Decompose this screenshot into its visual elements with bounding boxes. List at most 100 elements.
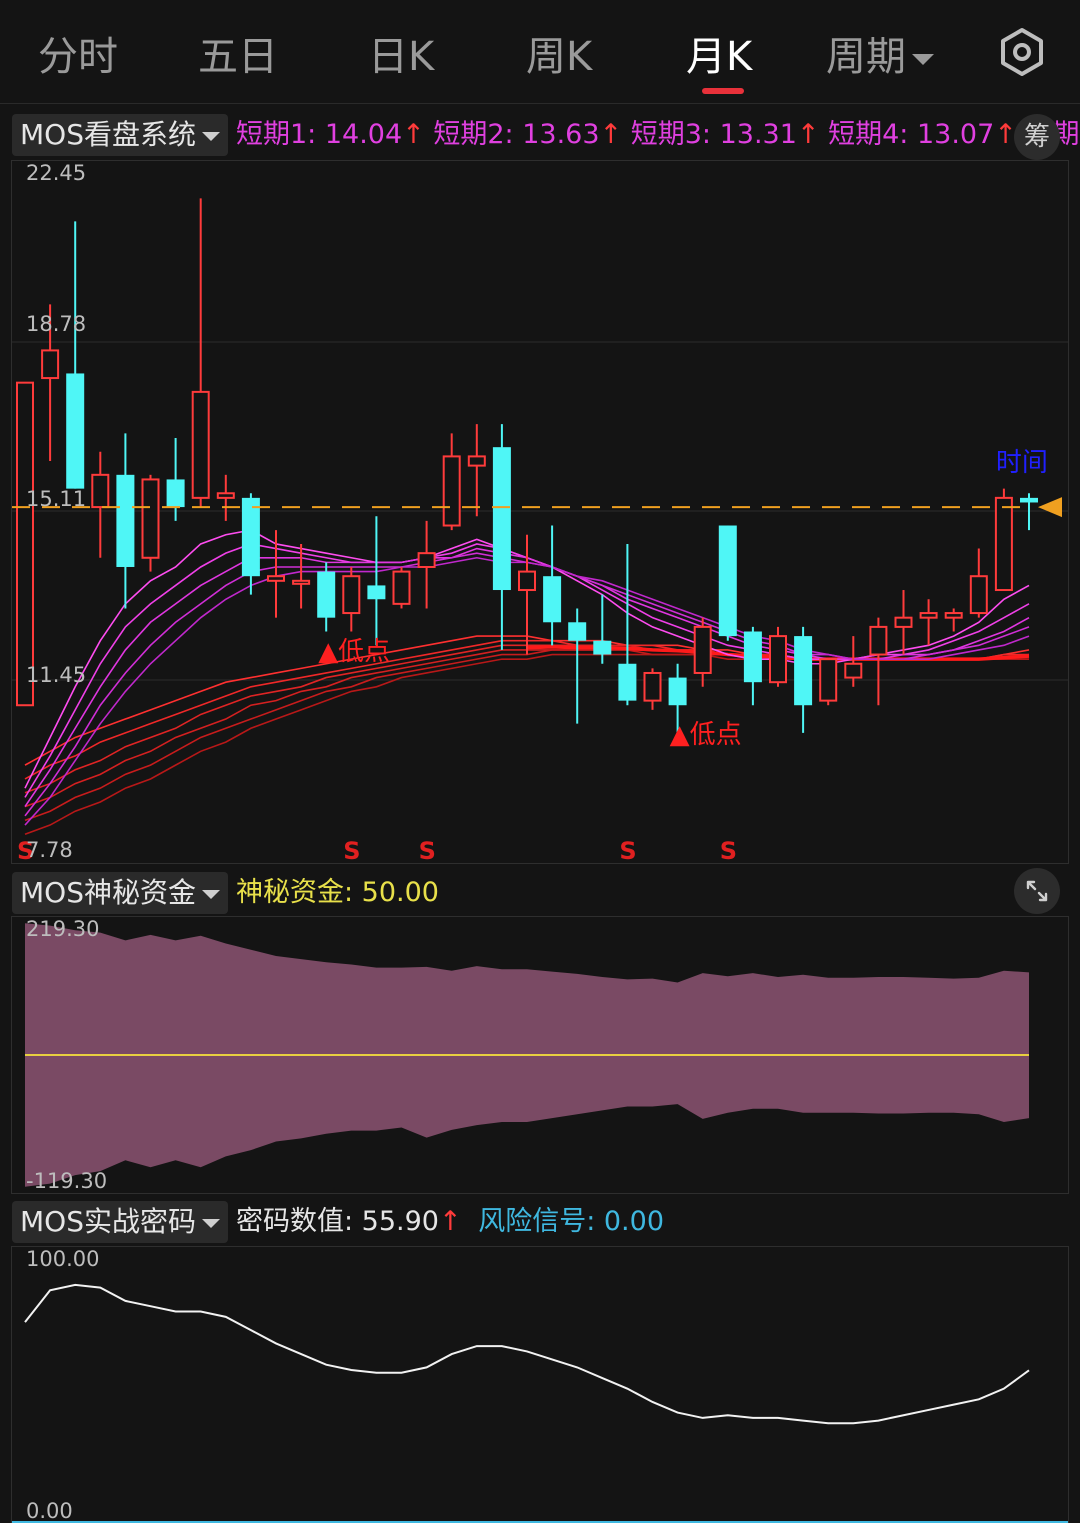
candle-body <box>191 390 210 499</box>
candle-body <box>417 552 436 568</box>
expand-arrows-icon <box>1026 880 1048 902</box>
candle-body <box>944 612 963 619</box>
main-indicator-select[interactable]: MOS看盘系统 <box>12 114 228 156</box>
tab-daily-k[interactable]: 日K <box>368 24 434 82</box>
tab-period-dropdown[interactable]: 周期 <box>826 24 934 82</box>
sub1-indicator-name: MOS神秘资金 <box>20 876 196 909</box>
tab-intraday[interactable]: 分时 <box>38 24 118 82</box>
combat-code-chart <box>12 1283 1068 1523</box>
short-term-3-value: 短期3: 13.31 <box>630 119 797 150</box>
candle-body <box>442 455 461 527</box>
short-term-4-value: 短期4: 13.07 <box>828 119 995 150</box>
chevron-down-icon <box>201 1218 220 1228</box>
mystery-fund-value: 神秘资金: 50.00 <box>236 877 439 908</box>
short-term-1-value: 短期1: 14.04 <box>236 119 403 150</box>
sell-signal-marker: S <box>419 837 436 863</box>
up-arrow-icon: ↑ <box>402 119 425 150</box>
main-indicator-values: 短期1: 14.04↑ 短期2: 13.63↑ 短期3: 13.31↑ 短期4:… <box>236 114 1080 156</box>
candle-body <box>492 447 511 591</box>
main-indicator-name: MOS看盘系统 <box>20 118 196 151</box>
sub2-indicator-values: 密码数值: 55.90↑ 风险信号: 0.00 <box>236 1201 664 1243</box>
tab-period-label: 周期 <box>826 34 906 80</box>
tab-monthly-k[interactable]: 月K <box>686 24 752 82</box>
up-arrow-icon: ↑ <box>599 119 623 150</box>
candle-body <box>317 571 336 618</box>
candle-body <box>1020 497 1038 503</box>
candle-body <box>668 677 687 706</box>
y-tick-label: 100.00 <box>26 1247 100 1271</box>
candle-body <box>66 373 85 489</box>
y-tick-label: 7.78 <box>26 838 73 862</box>
candle-body <box>367 585 386 600</box>
code-value: 密码数值: 55.90 <box>236 1206 439 1237</box>
candle-body <box>894 616 913 628</box>
mystery-fund-panel[interactable]: 219.30 -119.30 <box>11 916 1069 1194</box>
candle-body <box>869 625 888 656</box>
combat-code-panel[interactable]: 100.00 0.00 <box>11 1246 1069 1523</box>
candle-body <box>568 622 587 641</box>
y-tick-label: 11.45 <box>26 663 87 687</box>
candle-body <box>743 631 762 683</box>
chevron-down-icon <box>201 131 220 141</box>
chevron-down-icon <box>201 889 220 899</box>
main-indicator-header: MOS看盘系统 短期1: 14.04↑ 短期2: 13.63↑ 短期3: 13.… <box>0 114 1080 164</box>
candle-body <box>693 625 712 674</box>
candle-body <box>16 381 34 707</box>
candle-body <box>919 612 938 619</box>
candle-body <box>392 570 411 605</box>
chart-annotation: ▲低点 <box>318 637 390 667</box>
candle-body <box>292 579 311 585</box>
sub2-indicator-name: MOS实战密码 <box>20 1205 196 1238</box>
risk-signal-value: 风险信号: 0.00 <box>478 1206 664 1237</box>
candle-body <box>769 635 787 684</box>
current-price-marker-icon <box>1038 497 1062 518</box>
short-term-2-value: 短期2: 13.63 <box>433 119 600 150</box>
sell-signal-marker: S <box>720 837 737 863</box>
gear-icon[interactable] <box>996 26 1048 78</box>
candle-body <box>994 496 1013 592</box>
chip-distribution-button[interactable]: 筹 <box>1014 114 1060 160</box>
candle-body <box>267 575 285 582</box>
candle-body <box>543 576 562 623</box>
y-tick-label: 22.45 <box>26 161 87 185</box>
candle-body <box>91 473 110 509</box>
tab-weekly-k[interactable]: 周K <box>526 24 592 82</box>
candle-body <box>518 570 536 592</box>
sell-signal-marker: S <box>343 837 360 863</box>
candle-body <box>141 478 160 559</box>
candle-body <box>216 492 235 499</box>
expand-icon[interactable] <box>1014 868 1060 914</box>
candle-body <box>593 640 612 655</box>
up-arrow-icon: ↑ <box>796 119 820 150</box>
candle-body <box>618 663 637 701</box>
candle-body <box>241 497 260 577</box>
candle-body <box>794 636 813 706</box>
sell-signal-marker: S <box>619 837 636 863</box>
sub2-indicator-select[interactable]: MOS实战密码 <box>12 1201 228 1243</box>
candle-body <box>116 474 135 567</box>
y-tick-label: -119.30 <box>26 1169 108 1193</box>
sub1-indicator-header: MOS神秘资金 神秘资金: 50.00 <box>0 868 1080 922</box>
chart-annotation: ▲低点 <box>670 720 742 750</box>
candle-body <box>41 349 60 380</box>
tab-five-day[interactable]: 五日 <box>198 24 278 82</box>
chart-annotation: 时间 <box>996 448 1048 478</box>
y-tick-label: 219.30 <box>26 917 100 941</box>
y-tick-label: 0.00 <box>26 1499 73 1523</box>
sub1-indicator-select[interactable]: MOS神秘资金 <box>12 872 228 914</box>
mystery-fund-chart <box>25 923 1029 1187</box>
candle-body <box>643 671 662 702</box>
up-arrow-icon: ↑ <box>438 1206 462 1237</box>
candle-body <box>969 575 988 615</box>
candle-body <box>166 479 185 508</box>
candle-body <box>467 455 486 467</box>
kline-chart: ▲低点▲低点时间S S S S S <box>12 198 1068 863</box>
candle-body <box>844 662 863 679</box>
kline-panel[interactable]: ▲低点 ▲低点 时间 S S S S S 22.45 18.78 15.11 11.45 7.… <box>11 160 1069 864</box>
period-tab-bar: 分时 五日 日K 周K 月K 周期 <box>0 0 1080 104</box>
active-tab-indicator <box>702 88 744 94</box>
candle-body <box>342 575 361 615</box>
candle-body <box>718 525 737 637</box>
y-tick-label: 15.11 <box>26 487 87 511</box>
candle-body <box>819 658 838 702</box>
